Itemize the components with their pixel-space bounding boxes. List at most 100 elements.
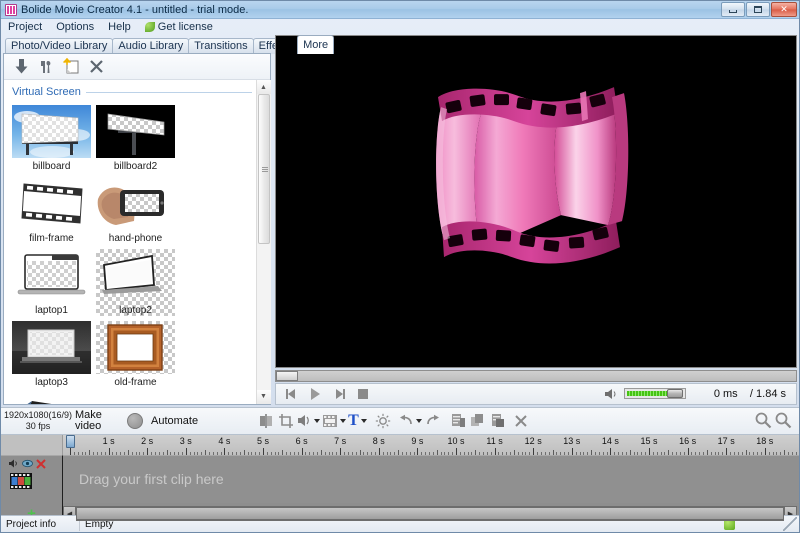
zoom-out-icon[interactable] — [773, 411, 793, 431]
track-drop-area[interactable]: Drag your first clip here — [63, 455, 799, 503]
menu-item-options[interactable]: Options — [54, 21, 96, 33]
list-item[interactable]: laptop1 — [12, 249, 91, 316]
film-app-icon — [5, 4, 17, 16]
ruler-tick — [522, 452, 523, 455]
list-item[interactable]: tablet-computer — [12, 393, 91, 404]
chevron-down-icon[interactable] — [314, 419, 320, 423]
list-item[interactable]: old-frame — [96, 321, 175, 388]
hscrollbar-thumb[interactable] — [76, 507, 784, 520]
scrollbar-thumb[interactable] — [258, 94, 270, 244]
list-item[interactable]: laptop2 — [96, 249, 175, 316]
ruler-tick-label: 18 s — [756, 436, 773, 446]
minimize-button[interactable] — [721, 2, 745, 17]
scroll-up-arrow[interactable]: ▲ — [257, 80, 271, 94]
track-header[interactable] — [1, 455, 63, 503]
billboard2-thumbnail[interactable] — [96, 105, 175, 158]
menu-item-help[interactable]: Help — [106, 21, 133, 33]
playhead-handle[interactable] — [66, 435, 75, 448]
library-toolbar — [4, 54, 270, 80]
tab-more[interactable]: More — [297, 35, 334, 54]
track-remove-icon[interactable] — [36, 459, 46, 472]
preview-seek-bar[interactable] — [275, 370, 797, 382]
ruler-tick — [421, 452, 422, 455]
laptop2-thumbnail[interactable] — [96, 249, 175, 302]
laptop1-thumbnail[interactable] — [12, 249, 91, 302]
ruler-tick — [564, 452, 565, 455]
menu-item-project[interactable]: Project — [6, 21, 44, 33]
preview-panel: 0 ms / 1.84 s — [275, 35, 797, 405]
track-mute-icon[interactable] — [9, 459, 19, 471]
previous-frame-button[interactable] — [280, 385, 302, 403]
close-button[interactable]: ✕ — [771, 2, 797, 17]
maximize-button[interactable] — [746, 2, 770, 17]
chevron-down-icon[interactable] — [361, 419, 367, 423]
copy-icon[interactable] — [468, 411, 488, 431]
paste-icon[interactable] — [488, 411, 508, 431]
list-item[interactable]: billboard2 — [96, 105, 175, 172]
ruler-tick — [332, 452, 333, 455]
ruler-tick — [201, 452, 202, 455]
resize-grip[interactable] — [783, 517, 797, 531]
project-format-info: 1920x1080(16/9) 30 fps — [1, 410, 75, 432]
list-item[interactable]: laptop3 — [12, 321, 91, 388]
list-item[interactable]: hand-phone — [96, 177, 175, 244]
track-visibility-icon[interactable] — [22, 459, 33, 471]
get-license-button[interactable]: Get license — [143, 21, 215, 33]
list-item[interactable]: billboard — [12, 105, 91, 172]
next-frame-button[interactable] — [328, 385, 350, 403]
laptop3-thumbnail[interactable] — [12, 321, 91, 374]
tablet-computer-thumbnail[interactable] — [12, 393, 91, 404]
hand-phone-thumbnail[interactable] — [96, 177, 175, 230]
ruler-tick — [105, 452, 106, 455]
new-item-icon[interactable] — [60, 56, 82, 78]
download-icon[interactable] — [10, 56, 32, 78]
billboard-thumbnail[interactable] — [12, 105, 91, 158]
chevron-down-icon[interactable] — [340, 419, 346, 423]
scroll-down-arrow[interactable]: ▼ — [257, 390, 271, 404]
library-scrollbar[interactable]: ▲ ▼ — [256, 80, 270, 404]
zoom-in-icon[interactable] — [753, 411, 773, 431]
ruler-tick — [661, 452, 662, 455]
ruler-tick — [734, 452, 735, 455]
ruler-tick — [583, 452, 584, 455]
play-button[interactable] — [304, 385, 326, 403]
redo-icon[interactable] — [423, 411, 443, 431]
text-icon[interactable]: T — [347, 411, 368, 431]
chevron-down-icon[interactable] — [416, 419, 422, 423]
brightness-icon[interactable] — [373, 411, 393, 431]
hscrollbar-track[interactable] — [76, 506, 784, 521]
volume-knob[interactable] — [667, 389, 683, 398]
scrollbar-track[interactable] — [257, 94, 271, 390]
delete-clip-icon[interactable] — [511, 411, 531, 431]
preview-stage[interactable] — [275, 35, 797, 368]
video-effects-icon[interactable] — [321, 411, 347, 431]
crop-icon[interactable] — [276, 411, 296, 431]
record-button[interactable] — [127, 413, 143, 429]
cut-icon[interactable] — [448, 411, 468, 431]
tab-audio-library[interactable]: Audio Library — [112, 38, 189, 54]
tab-photo-video-library[interactable]: Photo/Video Library — [5, 38, 113, 54]
automate-button[interactable]: Automate — [151, 415, 198, 427]
stop-button[interactable] — [352, 385, 374, 403]
ruler-tick — [282, 450, 283, 455]
undo-icon[interactable] — [398, 411, 423, 431]
audio-icon[interactable] — [296, 411, 321, 431]
ruler-tick — [263, 448, 264, 455]
volume-slider[interactable] — [624, 388, 686, 399]
old-frame-thumbnail[interactable] — [96, 321, 175, 374]
tab-transitions[interactable]: Transitions — [188, 38, 253, 54]
timeline-ruler[interactable]: 1 s2 s3 s4 s5 s6 s7 s8 s9 s10 s11 s12 s1… — [63, 435, 799, 455]
delete-icon[interactable] — [85, 56, 107, 78]
speaker-icon[interactable] — [600, 385, 622, 403]
ruler-tick — [618, 452, 619, 455]
preview-seek-thumb[interactable] — [276, 371, 298, 381]
ruler-tick — [796, 452, 797, 455]
list-item[interactable]: film-frame — [12, 177, 91, 244]
split-clip-icon[interactable] — [256, 411, 276, 431]
make-video-button[interactable]: Make video — [75, 410, 119, 432]
ruler-tick — [124, 452, 125, 455]
tools-icon[interactable] — [35, 56, 57, 78]
ruler-tick — [178, 452, 179, 455]
ruler-tick — [591, 450, 592, 455]
film-frame-thumbnail[interactable] — [12, 177, 91, 230]
